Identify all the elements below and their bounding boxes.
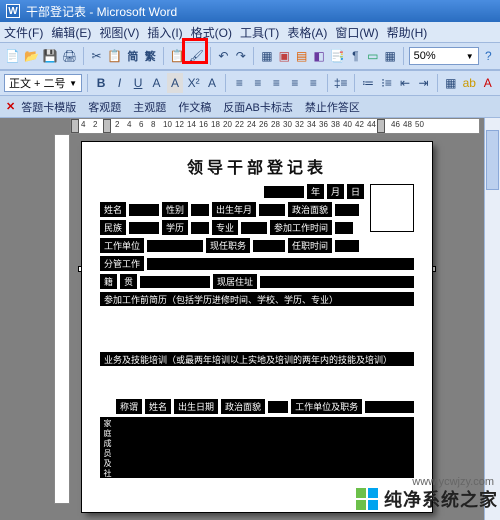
- section-header-2: 业务及技能培训（或最两年培训以上实地及培训的两年内的技能及培训）: [100, 352, 414, 366]
- print-icon[interactable]: 🖨: [61, 46, 78, 66]
- cn-simp-icon[interactable]: 简: [125, 46, 140, 66]
- watermark-logo-icon: [356, 488, 378, 510]
- menu-tools[interactable]: 工具(T): [240, 24, 279, 41]
- style-selector[interactable]: 正文 + 二号 ▼: [4, 74, 82, 92]
- indent-inc-icon[interactable]: ⇥: [415, 73, 432, 93]
- template-tabs: ✕ 答题卡模版 客观题 主观题 作文稿 反面AB卡标志 禁止作答区: [0, 96, 500, 118]
- vertical-ruler[interactable]: [54, 134, 70, 504]
- highlight-color-icon[interactable]: ab: [461, 73, 478, 93]
- strike-icon[interactable]: X²: [185, 73, 202, 93]
- align-justify-icon[interactable]: ≡: [287, 73, 304, 93]
- align-left-icon[interactable]: ≡: [231, 73, 248, 93]
- undo-icon[interactable]: ↶: [216, 46, 231, 66]
- tab-forbidden[interactable]: 禁止作答区: [299, 99, 366, 115]
- menu-file[interactable]: 文件(F): [4, 24, 43, 41]
- cn-trad-icon[interactable]: 繁: [143, 46, 158, 66]
- zoom-value: 50%: [414, 50, 436, 62]
- page[interactable]: 领导干部登记表 年 月 日 姓名 性别 出生年月 政治面貌 民族: [82, 142, 432, 512]
- doc-title: 领导干部登记表: [100, 154, 414, 178]
- line-spacing-icon[interactable]: ‡≡: [332, 73, 349, 93]
- borders-icon[interactable]: ▦: [443, 73, 460, 93]
- font-color-icon[interactable]: A: [480, 73, 497, 93]
- bullet-list-icon[interactable]: ⁝≡: [378, 73, 395, 93]
- drawing-icon[interactable]: ▤: [294, 46, 309, 66]
- tab-abmark[interactable]: 反面AB卡标志: [217, 99, 299, 115]
- menu-table[interactable]: 表格(A): [287, 24, 327, 41]
- show-marks-icon[interactable]: ¶: [348, 46, 363, 66]
- cut-icon[interactable]: ✂: [89, 46, 104, 66]
- italic-icon[interactable]: I: [111, 73, 128, 93]
- app-icon: W: [6, 4, 20, 18]
- ruler-icon[interactable]: ▭: [365, 46, 380, 66]
- standard-toolbar: 📄 📂 💾 🖨 ✂ 📋 简 繁 📋 🖌 ↶ ↷ ▦ ▣ ▤ ◧ 📑 ¶ ▭ ▦ …: [0, 42, 500, 70]
- gridlines-icon[interactable]: ▦: [382, 46, 397, 66]
- title-bar: W 干部登记表 - Microsoft Word: [0, 0, 500, 22]
- menu-help[interactable]: 帮助(H): [387, 24, 428, 41]
- dropdown-icon: ▼: [466, 52, 474, 61]
- new-doc-icon[interactable]: 📄: [4, 46, 21, 66]
- table-insert-icon[interactable]: ▦: [259, 46, 274, 66]
- horizontal-ruler[interactable]: 4 2 2 4 6 8 10 12 14 16 18 20 22 24 26 2…: [70, 118, 480, 134]
- char-shading-icon[interactable]: A: [167, 73, 184, 93]
- dropdown-icon: ▼: [69, 79, 77, 88]
- watermark: 纯净系统之家: [356, 486, 498, 512]
- menu-window[interactable]: 窗口(W): [335, 24, 378, 41]
- tab-close-icon[interactable]: ✕: [6, 100, 15, 113]
- style-value: 正文 + 二号: [9, 75, 66, 91]
- font-effects-icon[interactable]: A: [204, 73, 221, 93]
- zoom-selector[interactable]: 50% ▼: [409, 47, 479, 65]
- menu-insert[interactable]: 插入(I): [147, 24, 182, 41]
- doc-map-icon[interactable]: 📑: [329, 46, 346, 66]
- copy-icon[interactable]: 📋: [106, 46, 123, 66]
- align-right-icon[interactable]: ≡: [268, 73, 285, 93]
- distribute-icon[interactable]: ≡: [305, 73, 322, 93]
- numbered-list-icon[interactable]: ≔: [360, 73, 377, 93]
- document-area: 4 2 2 4 6 8 10 12 14 16 18 20 22 24 26 2…: [0, 118, 500, 520]
- formatting-toolbar: 正文 + 二号 ▼ B I U A A X² A ≡ ≡ ≡ ≡ ≡ ‡≡ ≔ …: [0, 70, 500, 96]
- save-icon[interactable]: 💾: [42, 46, 59, 66]
- watermark-text: 纯净系统之家: [384, 486, 498, 512]
- underline-icon[interactable]: U: [130, 73, 147, 93]
- redo-icon[interactable]: ↷: [233, 46, 248, 66]
- scrollbar-thumb[interactable]: [486, 130, 499, 190]
- tab-objective[interactable]: 客观题: [82, 99, 127, 115]
- open-icon[interactable]: 📂: [23, 46, 40, 66]
- indent-dec-icon[interactable]: ⇤: [397, 73, 414, 93]
- menu-bar: 文件(F) 编辑(E) 视图(V) 插入(I) 格式(O) 工具(T) 表格(A…: [0, 22, 500, 42]
- chart-icon[interactable]: ◧: [311, 46, 326, 66]
- tab-essay[interactable]: 作文稿: [172, 99, 217, 115]
- align-center-icon[interactable]: ≡: [250, 73, 267, 93]
- highlight-box: [182, 38, 208, 64]
- family-table: 家 庭 成 员 及 社: [100, 417, 414, 478]
- menu-edit[interactable]: 编辑(E): [51, 24, 91, 41]
- help-icon[interactable]: ?: [481, 46, 496, 66]
- bold-icon[interactable]: B: [93, 73, 110, 93]
- vertical-scrollbar[interactable]: [484, 118, 500, 520]
- window-title: 干部登记表 - Microsoft Word: [26, 3, 177, 20]
- section-header-1: 参加工作前简历（包括学历进修时间、学校、学历、专业）: [100, 292, 414, 306]
- tab-template[interactable]: 答题卡模版: [15, 99, 82, 115]
- tab-subjective[interactable]: 主观题: [127, 99, 172, 115]
- menu-view[interactable]: 视图(V): [99, 24, 139, 41]
- columns-icon[interactable]: ▣: [277, 46, 292, 66]
- font-border-icon[interactable]: A: [148, 73, 165, 93]
- page-content: 领导干部登记表 年 月 日 姓名 性别 出生年月 政治面貌 民族: [100, 154, 414, 478]
